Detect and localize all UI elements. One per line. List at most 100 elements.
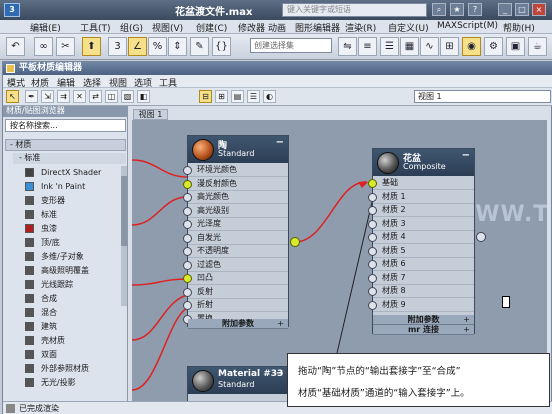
expand-plus-icon[interactable]: + (277, 319, 284, 328)
input-slot[interactable]: 基础 (368, 177, 474, 190)
browser-item[interactable]: Ink 'n Paint (17, 180, 126, 194)
input-slot[interactable]: 自发光 (183, 232, 288, 245)
angle-snap-icon[interactable]: ∠ (128, 37, 147, 56)
layer-manager-icon[interactable]: ☰ (380, 37, 399, 56)
apply-to-selection-icon[interactable]: ⇉ (57, 90, 70, 103)
browser-subgroup-standard[interactable]: - 标准 (13, 153, 126, 164)
input-socket[interactable] (183, 287, 192, 297)
show-map-icon[interactable]: ◫ (105, 90, 118, 103)
node-material-33-header[interactable]: Material #33 Standard − (188, 367, 288, 394)
browser-item[interactable]: 无光/投影 (17, 376, 126, 390)
browser-scroll-thumb[interactable] (121, 176, 127, 246)
menu-create[interactable]: 创建(C) (196, 21, 227, 34)
node-tao[interactable]: 陶 Standard − 环境光颜色 漫反射颜色 高光颜色 高光级别 光泽度 自发光 不透明… (183, 135, 289, 329)
select-by-material-icon[interactable]: ◐ (263, 90, 276, 103)
delete-icon[interactable]: ✕ (73, 90, 86, 103)
input-socket[interactable] (368, 287, 377, 296)
graphite-icon[interactable]: ▦ (400, 37, 419, 56)
select-tool-icon[interactable]: ↖ (6, 90, 19, 103)
menu-maxscript[interactable]: MAXScript(M) (437, 21, 498, 31)
minimize-button[interactable]: _ (498, 3, 512, 16)
expand-plus-icon[interactable]: + (463, 325, 470, 334)
browser-item[interactable]: 变形器 (17, 194, 126, 208)
input-socket[interactable] (183, 274, 192, 283)
material-editor-icon[interactable]: ◉ (462, 37, 481, 56)
percent-snap-icon[interactable]: % (148, 37, 167, 56)
browser-item[interactable]: 虫漆 (17, 222, 126, 236)
selection-set-dropdown[interactable]: 创建选择集 (250, 38, 332, 53)
input-slot[interactable]: 材质 3 (368, 218, 474, 231)
show-background-icon[interactable]: ▧ (121, 90, 134, 103)
mirror-icon[interactable]: ⇋ (338, 37, 357, 56)
collapse-icon[interactable]: − (276, 137, 284, 148)
view-dropdown[interactable]: 视图 1 (414, 90, 551, 103)
input-slot[interactable]: 凹凸 (183, 272, 288, 285)
rollup-mr-connection[interactable]: mr 连接 + (373, 325, 474, 335)
browser-item[interactable]: 高级照明覆盖 (17, 264, 126, 278)
named-selection-icon[interactable]: ✎ (190, 37, 209, 56)
menu-graph-editors[interactable]: 图形编辑器 (295, 21, 340, 34)
input-slot[interactable]: 材质 6 (368, 258, 474, 271)
input-socket[interactable] (368, 233, 377, 242)
input-slot[interactable]: 材质 5 (368, 245, 474, 258)
input-socket[interactable] (183, 247, 192, 256)
input-slot[interactable]: 高光级别 (183, 205, 288, 218)
search-input[interactable]: 键入关键字或短语 (282, 3, 427, 17)
input-slot[interactable]: 反射 (183, 286, 288, 299)
input-socket[interactable] (183, 260, 192, 270)
edit-named-sets-icon[interactable]: {} (212, 37, 231, 56)
link-icon[interactable]: ∞ (34, 37, 53, 56)
node-tao-header[interactable]: 陶 Standard − (188, 136, 288, 163)
browser-item[interactable]: DirectX Shader (17, 166, 126, 180)
align-icon[interactable]: ≡ (358, 37, 377, 56)
browser-item[interactable]: 合成 (17, 292, 126, 306)
browser-item[interactable]: 壳材质 (17, 334, 126, 348)
layout-all-icon[interactable]: ⊟ (199, 90, 212, 103)
browser-item[interactable]: 双面 (17, 348, 126, 362)
material-map-navigator-icon[interactable]: ▤ (231, 90, 244, 103)
input-socket[interactable] (183, 179, 192, 189)
input-socket[interactable] (368, 260, 377, 269)
node-tao-output-socket[interactable] (290, 237, 300, 247)
move-children-icon[interactable]: ⇄ (89, 90, 102, 103)
browser-item[interactable]: 外部参照材质 (17, 362, 126, 376)
spinner-snap-icon[interactable]: ⇕ (168, 37, 187, 56)
select-object-icon[interactable]: ⬆ (82, 37, 101, 56)
input-slot[interactable]: 材质 7 (368, 272, 474, 285)
input-slot[interactable]: 材质 4 (368, 231, 474, 244)
menu-animation[interactable]: 动画 (268, 21, 286, 34)
menu-edit[interactable]: 编辑(E) (30, 21, 61, 34)
input-slot[interactable]: 折射 (183, 299, 288, 312)
input-socket[interactable] (183, 193, 192, 202)
input-socket[interactable] (368, 219, 377, 229)
render-frame-icon[interactable]: ▣ (506, 37, 525, 56)
node-huapen-output-socket[interactable] (476, 232, 486, 242)
parameter-editor-icon[interactable]: ☰ (247, 90, 260, 103)
input-socket[interactable] (368, 192, 377, 202)
input-socket[interactable] (368, 300, 377, 310)
browser-item[interactable]: 光线跟踪 (17, 278, 126, 292)
pick-material-icon[interactable]: ✒ (25, 90, 38, 103)
browser-item[interactable]: 多维/子对象 (17, 250, 126, 264)
close-button[interactable]: × (532, 3, 546, 16)
show-end-result-icon[interactable]: ◧ (137, 90, 150, 103)
curve-editor-icon[interactable]: ∿ (420, 37, 439, 56)
rollup-extra-params[interactable]: 附加参数 + (373, 315, 474, 325)
input-slot[interactable]: 材质 8 (368, 285, 474, 298)
browser-item[interactable]: 混合 (17, 306, 126, 320)
menu-tools[interactable]: 工具(T) (80, 21, 111, 34)
menu-rendering[interactable]: 渲染(R) (345, 21, 376, 34)
input-slot[interactable]: 环境光颜色 (183, 164, 288, 177)
input-slot[interactable]: 材质 2 (368, 204, 474, 217)
browser-search-input[interactable]: 按名称搜索... (5, 119, 126, 132)
input-socket[interactable] (368, 179, 377, 188)
input-slot[interactable]: 过滤色 (183, 259, 288, 272)
input-socket[interactable] (368, 273, 377, 283)
node-huapen-header[interactable]: 花盆 Composite − (373, 149, 474, 176)
menu-modifiers[interactable]: 修改器 (238, 21, 265, 34)
maximize-button[interactable]: □ (515, 3, 529, 16)
unlink-icon[interactable]: ✂ (56, 37, 75, 56)
input-socket[interactable] (368, 246, 377, 256)
input-socket[interactable] (183, 166, 192, 175)
expand-plus-icon[interactable]: + (463, 315, 470, 324)
